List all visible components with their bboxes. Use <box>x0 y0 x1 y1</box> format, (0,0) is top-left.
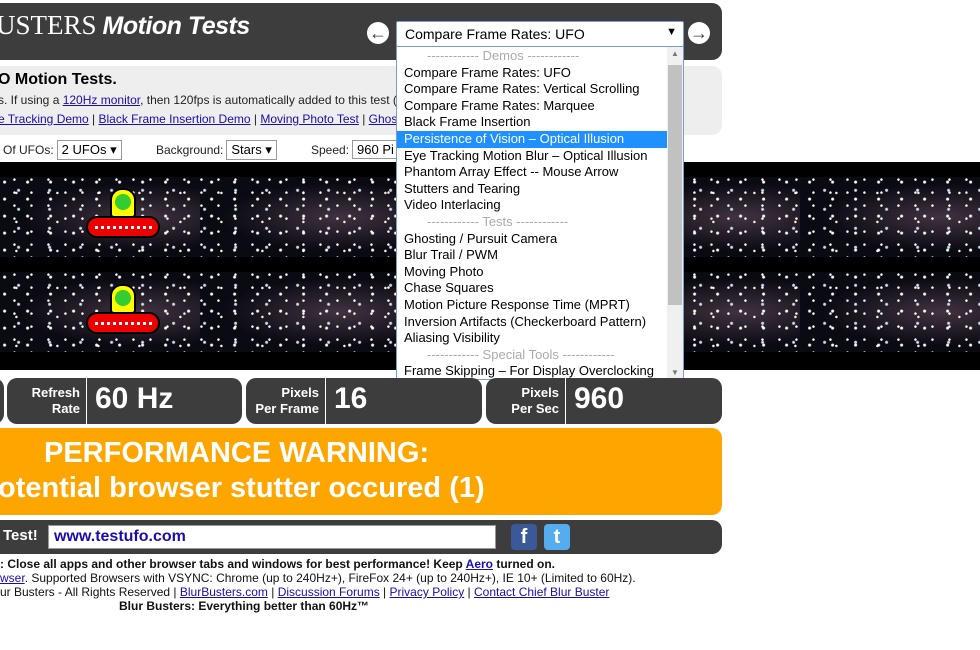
dropdown-option[interactable]: Motion Picture Response Time (MPRT) <box>397 297 667 314</box>
scroll-up-icon[interactable]: ▲ <box>667 49 683 58</box>
browser-link[interactable]: wser <box>0 571 25 585</box>
dropdown-option[interactable]: Compare Frame Rates: Vertical Scrolling <box>397 81 667 98</box>
blurbusters-link[interactable]: BlurBusters.com <box>180 585 268 599</box>
dropdown-option[interactable]: Inversion Artifacts (Checkerboard Patter… <box>397 314 667 331</box>
page-heading: O Motion Tests. <box>0 71 117 88</box>
scroll-down-icon[interactable]: ▼ <box>667 368 683 377</box>
ufo-sprite-1 <box>86 188 160 248</box>
eye-tracking-link[interactable]: e Tracking Demo <box>0 112 89 126</box>
ufo-count-control: Of UFOs: 2 UFOs ▾ <box>3 140 122 160</box>
speed-select[interactable]: 960 Pi <box>352 140 399 159</box>
site-brand: USTERS Motion Tests <box>0 10 250 40</box>
footer-links: ur Busters - All Rights Reserved | BlurB… <box>0 585 610 599</box>
ghosting-link[interactable]: Ghos <box>369 112 398 126</box>
dropdown-option[interactable]: Phantom Array Effect -- Mouse Arrow <box>397 164 667 181</box>
footer-tagline: Blur Busters: Everything better than 60H… <box>119 599 370 613</box>
speed-control: Speed: 960 Pi <box>311 140 399 159</box>
footer-tip: : Close all apps and other browser tabs … <box>0 557 555 571</box>
contact-link[interactable]: Contact Chief Blur Buster <box>474 585 609 599</box>
dropdown-option[interactable]: Aliasing Visibility <box>397 330 667 347</box>
info-text: s. If using a 120Hz monitor, then 120fps… <box>0 93 397 107</box>
ufo-sprite-2 <box>86 284 160 344</box>
facebook-icon[interactable]: f <box>511 524 537 550</box>
twitter-icon[interactable]: t <box>544 524 570 550</box>
privacy-link[interactable]: Privacy Policy <box>390 585 465 599</box>
next-test-button[interactable]: → <box>688 22 710 44</box>
background-control: Background: Stars ▾ <box>156 140 277 160</box>
scrollbar-thumb[interactable] <box>668 65 682 305</box>
share-url-field[interactable]: www.testufo.com <box>48 525 496 549</box>
dropdown-option[interactable]: Black Frame Insertion <box>397 114 667 131</box>
dropdown-option[interactable]: Stutters and Tearing <box>397 181 667 198</box>
dropdown-option[interactable]: Compare Frame Rates: UFO <box>397 65 667 82</box>
stat-box-partial <box>0 378 4 424</box>
forums-link[interactable]: Discussion Forums <box>278 585 380 599</box>
dropdown-group-label: ------------ Special Tools ------------ <box>427 346 615 362</box>
dropdown-option[interactable]: Video Interlacing <box>397 197 667 214</box>
demo-links: e Tracking Demo | Black Frame Insertion … <box>0 112 398 126</box>
footer-browsers: wser. Supported Browsers with VSYNC: Chr… <box>0 571 636 585</box>
dropdown-option[interactable]: Blur Trail / PWM <box>397 247 667 264</box>
dropdown-option[interactable]: Moving Photo <box>397 264 667 281</box>
dropdown-option[interactable]: Chase Squares <box>397 280 667 297</box>
dropdown-option[interactable]: Ghosting / Pursuit Camera <box>397 231 667 248</box>
dropdown-option[interactable]: Compare Frame Rates: Marquee <box>397 98 667 115</box>
previous-test-button[interactable]: ← <box>367 22 389 44</box>
test-select[interactable]: Compare Frame Rates: UFO ▼ <box>396 21 684 47</box>
scrollbar[interactable]: ▲ ▼ <box>667 47 683 379</box>
dropdown-option[interactable]: Eye Tracking Motion Blur – Optical Illus… <box>397 148 667 165</box>
share-label: Test! <box>3 527 38 544</box>
ufo-count-select[interactable]: 2 UFOs ▾ <box>56 140 122 160</box>
background-select[interactable]: Stars ▾ <box>226 140 277 160</box>
aero-link[interactable]: Aero <box>466 557 493 571</box>
dropdown-group-label: ------------ Demos ------------ <box>427 48 580 63</box>
test-dropdown-list[interactable]: ------------ Demos ------------ Compare F… <box>396 46 684 380</box>
120hz-link[interactable]: 120Hz monitor <box>63 93 140 107</box>
stat-pixels-per-frame: Pixels Per Frame 16 <box>246 378 482 424</box>
dropdown-group-label: ------------ Tests ------------ <box>427 214 569 229</box>
dropdown-option[interactable]: Persistence of Vision – Optical Illusion <box>397 131 667 148</box>
chevron-down-icon: ▼ <box>666 26 677 38</box>
stat-pixels-per-sec: Pixels Per Sec 960 <box>486 378 722 424</box>
moving-photo-link[interactable]: Moving Photo Test <box>260 112 359 126</box>
performance-warning: PERFORMANCE WARNING: otential browser st… <box>0 428 722 515</box>
bfi-demo-link[interactable]: Black Frame Insertion Demo <box>99 112 251 126</box>
stat-refresh-rate: Refresh Rate 60 Hz <box>7 378 242 424</box>
